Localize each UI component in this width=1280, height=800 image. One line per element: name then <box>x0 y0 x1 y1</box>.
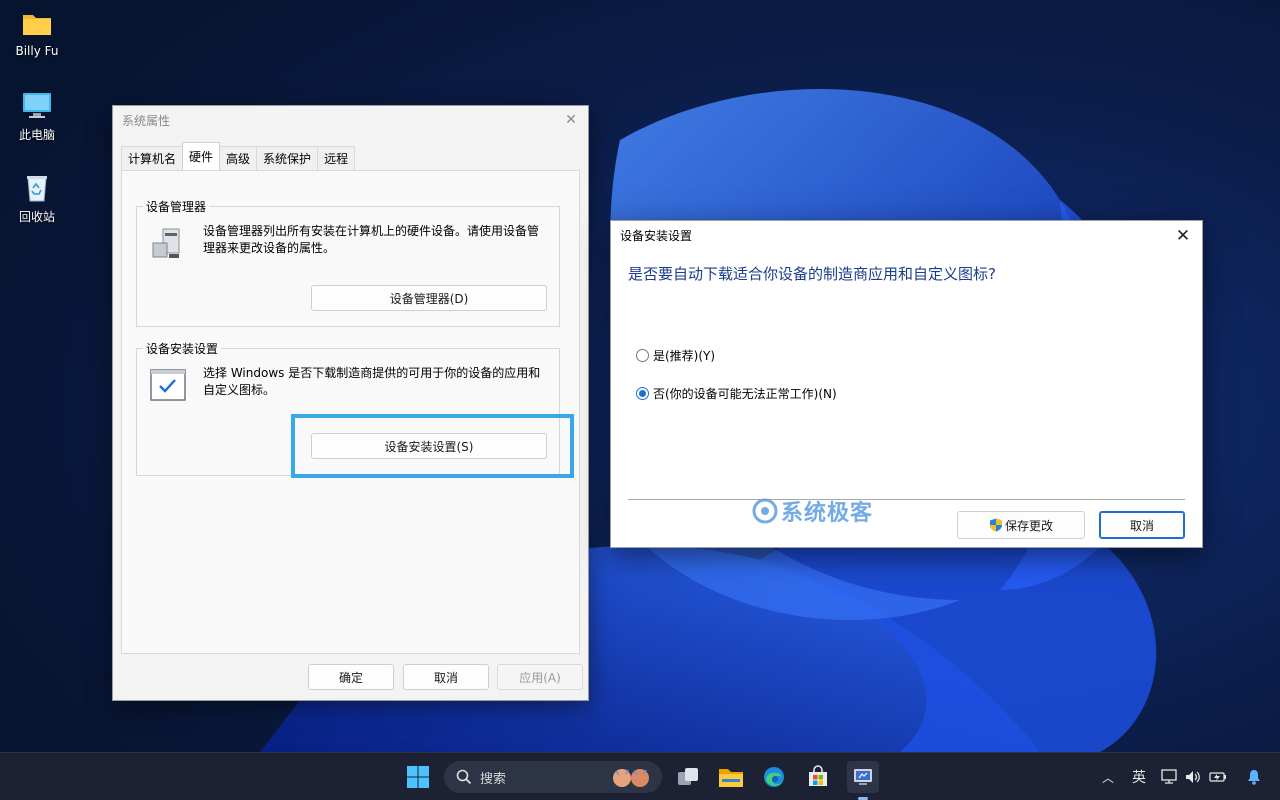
ok-button[interactable]: 确定 <box>308 664 394 690</box>
desktop-icon-user-folder[interactable]: Billy Fu <box>0 8 74 58</box>
tab-remote[interactable]: 远程 <box>317 146 356 170</box>
cancel-button[interactable]: 取消 <box>403 664 489 690</box>
start-button[interactable] <box>402 761 434 793</box>
dialog-titlebar[interactable]: 系统属性 ✕ <box>113 106 588 134</box>
dialog-titlebar[interactable]: 设备安装设置 <box>611 221 1202 249</box>
battery-icon[interactable] <box>1208 769 1228 785</box>
apply-button[interactable]: 应用(A) <box>497 664 583 690</box>
notification-bell-icon[interactable] <box>1246 769 1262 785</box>
device-manager-group: 设备管理器 设备管理器列出所有安装在计算机上的硬件设备。请使用设备管理器来更改设… <box>136 198 560 327</box>
recycle-bin-icon <box>27 176 47 202</box>
tab-strip: 计算机名 硬件 高级 系统保护 远程 <box>121 142 356 170</box>
device-manager-icon <box>152 228 180 258</box>
ime-indicator[interactable]: 英 <box>1132 767 1146 787</box>
dialog-title: 设备安装设置 <box>620 228 693 243</box>
desktop-icon-label: Billy Fu <box>15 44 59 58</box>
computer-icon <box>23 93 51 118</box>
system-tray: ︿ 英 <box>1100 753 1262 800</box>
device-manager-description: 设备管理器列出所有安装在计算机上的硬件设备。请使用设备管理器来更改设备的属性。 <box>203 224 540 255</box>
desktop-icon-recycle-bin[interactable]: 回收站 <box>0 172 74 225</box>
hardware-tab-panel: 设备管理器 设备管理器列出所有安装在计算机上的硬件设备。请使用设备管理器来更改设… <box>121 170 580 654</box>
radio-no[interactable] <box>636 387 649 400</box>
device-installation-description: 选择 Windows 是否下载制造商提供的可用于你的设备的应用和自定义图标。 <box>203 366 541 397</box>
system-properties-dialog: 系统属性 ✕ 计算机名 硬件 高级 系统保护 远程 设备管理器 设备管理器列出所… <box>112 105 589 701</box>
separator <box>628 499 1185 500</box>
watermark: 系统极客 <box>751 495 873 527</box>
radio-yes[interactable] <box>636 349 649 362</box>
microsoft-store-button[interactable] <box>802 761 834 793</box>
close-icon[interactable]: ✕ <box>560 110 582 130</box>
desktop-icon-this-pc[interactable]: 此电脑 <box>0 90 74 143</box>
folder-icon <box>23 15 51 35</box>
download-question: 是否要自动下载适合你设备的制造商应用和自定义图标? <box>628 265 996 283</box>
dialog-title: 系统属性 <box>122 113 171 128</box>
option-no[interactable]: 否(你的设备可能无法正常工作)(N) <box>636 385 837 402</box>
task-view-button[interactable] <box>672 761 704 793</box>
taskbar-search-box[interactable]: 搜索 <box>444 761 662 793</box>
save-changes-label: 保存更改 <box>1004 518 1053 533</box>
search-icon <box>456 769 472 785</box>
checkbox-document-icon <box>150 369 186 401</box>
system-properties-taskbar-button[interactable] <box>847 761 879 793</box>
device-manager-button[interactable]: 设备管理器(D) <box>311 285 547 311</box>
task-view-icon <box>678 768 698 785</box>
volume-icon[interactable] <box>1184 769 1202 785</box>
desktop-icon-label: 此电脑 <box>18 128 55 142</box>
close-icon[interactable]: ✕ <box>1172 225 1194 247</box>
save-changes-button[interactable]: 保存更改 <box>957 511 1085 539</box>
tab-hardware[interactable]: 硬件 <box>182 142 221 170</box>
edge-browser-button[interactable] <box>758 761 790 793</box>
desktop-icon-label: 回收站 <box>18 210 55 224</box>
search-highlight-icon <box>613 769 649 787</box>
group-legend: 设备管理器 <box>143 198 210 215</box>
device-installation-settings-dialog: 设备安装设置 ✕ 是否要自动下载适合你设备的制造商应用和自定义图标? 是(推荐)… <box>610 220 1203 548</box>
windows-logo-icon <box>407 766 429 788</box>
tab-advanced[interactable]: 高级 <box>219 146 258 170</box>
system-properties-icon <box>854 769 872 785</box>
uac-shield-icon <box>989 518 1002 532</box>
tab-computer-name[interactable]: 计算机名 <box>121 146 184 170</box>
option-yes[interactable]: 是(推荐)(Y) <box>636 347 715 364</box>
group-legend: 设备安装设置 <box>143 340 222 357</box>
dialog-cancel-button[interactable]: 取消 <box>1099 511 1185 539</box>
file-explorer-button[interactable] <box>715 761 747 793</box>
network-icon[interactable] <box>1160 769 1178 785</box>
edge-icon <box>764 767 784 787</box>
watermark-text: 系统极客 <box>781 501 874 526</box>
option-no-label: 否(你的设备可能无法正常工作)(N) <box>653 387 837 401</box>
highlight-frame <box>291 414 574 478</box>
search-placeholder: 搜索 <box>480 771 507 787</box>
watermark-logo-icon <box>752 498 778 524</box>
chevron-up-icon[interactable]: ︿ <box>1100 769 1116 786</box>
tab-system-protection[interactable]: 系统保护 <box>256 146 319 170</box>
store-icon <box>809 765 827 786</box>
option-yes-label: 是(推荐)(Y) <box>653 349 716 363</box>
taskbar: 搜索 ︿ 英 <box>0 752 1280 800</box>
file-explorer-icon <box>719 769 743 787</box>
